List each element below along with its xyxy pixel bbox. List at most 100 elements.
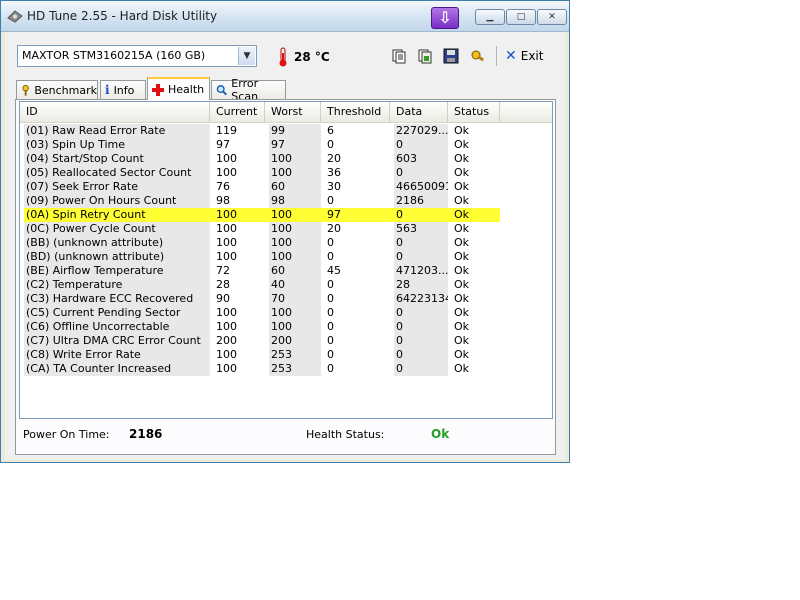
cell-data: 0 (394, 334, 448, 348)
column-header-data[interactable]: Data (390, 102, 448, 122)
title-bar[interactable]: HD Tune 2.55 - Hard Disk Utility ⇩ ▁ □ ✕ (1, 1, 569, 32)
close-button[interactable]: ✕ (537, 9, 567, 25)
magnifier-icon (216, 85, 228, 96)
cell-worst: 60 (269, 264, 321, 278)
tab-benchmark[interactable]: Benchmark (16, 80, 98, 99)
cell-threshold: 36 (327, 166, 341, 179)
tab-info[interactable]: i Info (100, 80, 146, 99)
cell-worst: 40 (269, 278, 321, 292)
cell-status: Ok (454, 292, 470, 305)
copy-screenshot-icon[interactable] (415, 46, 435, 66)
cell-threshold: 30 (327, 180, 341, 193)
table-row[interactable]: (04) Start/Stop Count 100 100 20 603 Ok (20, 152, 552, 166)
column-header-threshold[interactable]: Threshold (321, 102, 390, 122)
cell-current: 100 (216, 362, 237, 375)
info-icon: i (105, 83, 110, 97)
table-row[interactable]: (CA) TA Counter Increased 100 253 0 0 Ok (20, 362, 552, 376)
chevron-down-icon[interactable]: ▼ (238, 47, 255, 65)
health-cross-icon (152, 83, 164, 96)
cell-worst: 100 (269, 152, 321, 166)
cell-data: 0 (394, 208, 448, 222)
cell-data: 0 (394, 166, 448, 180)
cell-threshold: 0 (327, 334, 334, 347)
cell-worst: 100 (269, 166, 321, 180)
cell-data: 0 (394, 306, 448, 320)
cell-data: 227029... (394, 124, 448, 138)
cell-status: Ok (454, 194, 470, 207)
table-row[interactable]: (C3) Hardware ECC Recovered 90 70 0 64223134… (20, 292, 552, 306)
table-row[interactable]: (0A) Spin Retry Count 100 100 97 0 Ok (20, 208, 552, 222)
table-row[interactable]: (C7) Ultra DMA CRC Error Count 200 200 0 0 Ok (20, 334, 552, 348)
column-header-status[interactable]: Status (448, 102, 500, 122)
cell-current: 100 (216, 152, 237, 165)
exit-button[interactable]: ✕ Exit (505, 47, 543, 65)
table-row[interactable]: (07) Seek Error Rate 76 60 30 46650091 Ok (20, 180, 552, 194)
maximize-button[interactable]: □ (506, 9, 536, 25)
drive-select[interactable]: MAXTOR STM3160215A (160 GB) ▼ (17, 45, 257, 67)
tab-error-scan[interactable]: Error Scan (211, 77, 286, 103)
cell-id: (BD) (unknown attribute) (24, 250, 210, 264)
table-row[interactable]: (0C) Power Cycle Count 100 100 20 563 Ok (20, 222, 552, 236)
cell-worst: 99 (269, 124, 321, 138)
cell-id: (07) Seek Error Rate (24, 180, 210, 194)
cell-status: Ok (452, 208, 500, 222)
table-row[interactable]: (BB) (unknown attribute) 100 100 0 0 Ok (20, 236, 552, 250)
table-row[interactable]: (BE) Airflow Temperature 72 60 45 471203... O… (20, 264, 552, 278)
minimize-button[interactable]: ▁ (475, 9, 505, 25)
cell-current: 100 (216, 236, 237, 249)
cell-data: 603 (394, 152, 448, 166)
temperature-value: 28 °C (294, 50, 330, 64)
tab-benchmark-label: Benchmark (34, 83, 97, 97)
cell-current: 100 (216, 222, 237, 235)
table-row[interactable]: (C5) Current Pending Sector 100 100 0 0 Ok (20, 306, 552, 320)
table-row[interactable]: (C6) Offline Uncorrectable 100 100 0 0 Ok (20, 320, 552, 334)
cell-status: Ok (454, 320, 470, 333)
cell-data: 0 (394, 362, 448, 376)
cell-threshold: 0 (327, 236, 334, 249)
save-icon[interactable] (441, 46, 461, 66)
cell-current: 76 (216, 180, 230, 193)
cell-id: (C6) Offline Uncorrectable (24, 320, 210, 334)
cell-worst: 100 (269, 320, 321, 334)
cell-status: Ok (454, 264, 470, 277)
cell-current: 97 (216, 138, 230, 151)
cell-status: Ok (454, 362, 470, 375)
cell-current: 200 (216, 334, 237, 347)
column-header-current[interactable]: Current (210, 102, 265, 122)
thermometer-icon (279, 47, 287, 67)
cell-threshold: 0 (327, 194, 334, 207)
window-title: HD Tune 2.55 - Hard Disk Utility (27, 9, 218, 23)
table-row[interactable]: (01) Raw Read Error Rate 119 99 6 227029... O… (20, 124, 552, 138)
table-row[interactable]: (C2) Temperature 28 40 0 28 Ok (20, 278, 552, 292)
smart-attribute-list[interactable]: ID Current Worst Threshold Data Status (… (19, 101, 553, 419)
cell-threshold: 0 (327, 138, 334, 151)
cell-threshold: 6 (327, 124, 334, 137)
table-row[interactable]: (03) Spin Up Time 97 97 0 0 Ok (20, 138, 552, 152)
cell-worst: 70 (269, 292, 321, 306)
cell-data: 0 (394, 348, 448, 362)
column-header-worst[interactable]: Worst (265, 102, 321, 122)
column-header-id[interactable]: ID (20, 102, 210, 122)
cell-id: (03) Spin Up Time (24, 138, 210, 152)
cell-status: Ok (454, 236, 470, 249)
cell-status: Ok (454, 278, 470, 291)
cell-threshold: 20 (327, 152, 341, 165)
cell-worst: 100 (269, 306, 321, 320)
tab-health[interactable]: Health (147, 77, 210, 100)
cell-id: (C5) Current Pending Sector (24, 306, 210, 320)
download-arrow-icon[interactable]: ⇩ (431, 7, 459, 29)
options-icon[interactable] (468, 46, 488, 66)
table-row[interactable]: (09) Power On Hours Count 98 98 0 2186 Ok (20, 194, 552, 208)
cell-id: (04) Start/Stop Count (24, 152, 210, 166)
table-row[interactable]: (C8) Write Error Rate 100 253 0 0 Ok (20, 348, 552, 362)
table-row[interactable]: (05) Reallocated Sector Count 100 100 36 0 Ok (20, 166, 552, 180)
copy-text-icon[interactable] (389, 46, 409, 66)
cell-threshold: 45 (327, 264, 341, 277)
cell-data: 471203... (394, 264, 448, 278)
cell-data: 28 (394, 278, 448, 292)
table-row[interactable]: (BD) (unknown attribute) 100 100 0 0 Ok (20, 250, 552, 264)
cell-status: Ok (454, 250, 470, 263)
health-status-value: Ok (431, 427, 450, 441)
cell-current: 100 (216, 348, 237, 361)
cell-id: (C2) Temperature (24, 278, 210, 292)
